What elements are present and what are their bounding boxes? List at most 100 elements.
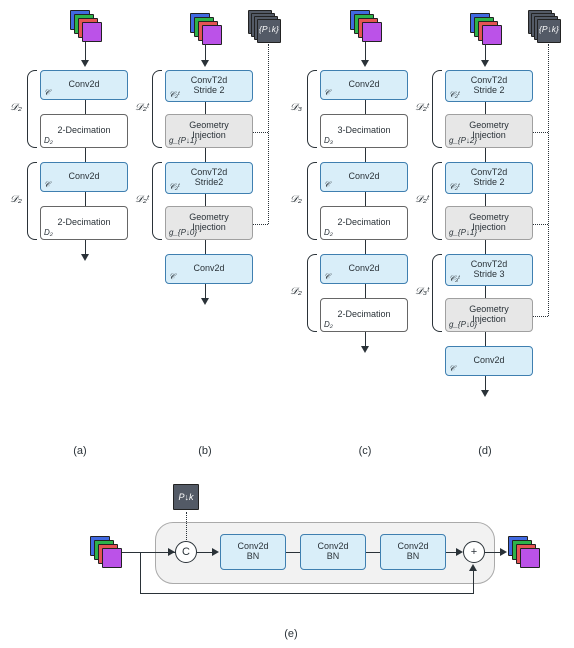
arrow-line <box>365 240 366 254</box>
arrow-line <box>485 148 486 162</box>
inj-label2: Injection <box>192 223 226 233</box>
inj-meta: g_{P↓0} <box>449 321 477 330</box>
conv-meta: 𝒞 <box>324 273 330 282</box>
perm-single-icon: P↓k <box>173 484 199 510</box>
brace-icon <box>307 162 317 240</box>
conv-label: Conv2d <box>473 356 504 366</box>
geom-inj-layer: Geometry Injection g_{P↓0} <box>165 206 253 240</box>
inj-label2: Injection <box>192 131 226 141</box>
conv-layer: Conv2d 𝒞 <box>165 254 253 284</box>
arrow-line <box>485 286 486 298</box>
arrow-line <box>365 192 366 206</box>
brace-icon <box>307 70 317 148</box>
arrow-down-icon <box>361 60 369 67</box>
brace-label: 𝒟₃ <box>290 102 302 113</box>
dotted-line <box>533 132 548 133</box>
brace-icon <box>307 254 317 332</box>
geom-inj-layer: Geometry Injection g_{P↓0} <box>445 298 533 332</box>
convbn-label2: BN <box>247 552 260 562</box>
perm-stack-label: {P↓k} <box>259 24 279 34</box>
featuremaps-icon <box>470 13 500 43</box>
convt-stride: Stride 2 <box>193 86 224 96</box>
arrow-line <box>85 100 86 114</box>
inj-meta: g_{P↓1} <box>169 137 197 146</box>
perm-stack-icon: {P↓k} <box>528 10 562 44</box>
featuremaps-icon <box>508 536 538 566</box>
convt-meta: 𝒞₂ᵗ <box>169 91 179 100</box>
conv-label: Conv2d <box>348 264 379 274</box>
conv-layer: Conv2d 𝒞 <box>320 162 408 192</box>
brace-label: 𝒟₂ <box>290 194 302 205</box>
arrow-down-icon <box>81 254 89 261</box>
dotted-line <box>253 224 268 225</box>
dotted-line <box>533 316 548 317</box>
convt-layer: ConvT2d Stride 3 𝒞₃ᵗ <box>445 254 533 286</box>
convbn-layer: Conv2d BN <box>380 534 446 570</box>
arrow-line <box>485 44 486 60</box>
arrow-line <box>365 100 366 114</box>
arrow-line <box>85 148 86 162</box>
dotted-line <box>253 132 268 133</box>
perm-stack-icon: {P↓k} <box>248 10 282 44</box>
dotted-line <box>548 44 549 316</box>
conv-meta: 𝒞 <box>169 273 175 282</box>
caption-c: (c) <box>345 445 385 457</box>
arrow-down-icon <box>201 298 209 305</box>
arrow-line <box>205 102 206 114</box>
featuremaps-icon <box>350 10 380 40</box>
arrow-up-icon <box>469 564 477 571</box>
diag-e: P↓k C Conv2d BN Conv2d BN Conv2d BN + <box>60 480 530 630</box>
arrow-line <box>205 148 206 162</box>
diag-d: {P↓k} 𝒟₂ᵗ ConvT2d Stride 2 𝒞₂ᵗ Geometry … <box>420 10 572 440</box>
concat-node: C <box>175 541 197 563</box>
arrow-line <box>205 240 206 254</box>
arrow-line <box>286 552 300 553</box>
conv-meta: 𝒞 <box>44 181 50 190</box>
conv-layer: Conv2d 𝒞 <box>40 70 128 100</box>
brace-label: 𝒟₂ᵗ <box>415 102 429 113</box>
convt-stride: Stride 3 <box>473 270 504 280</box>
arrow-line <box>485 376 486 390</box>
brace-label: 𝒟₂ <box>10 102 22 113</box>
concat-label: C <box>182 546 190 558</box>
arrow-line <box>366 552 380 553</box>
brace-icon <box>432 162 442 240</box>
plus-label: + <box>471 546 477 558</box>
conv-layer: Conv2d 𝒞 <box>320 70 408 100</box>
arrow-right-icon <box>500 548 507 556</box>
convt-meta: 𝒞₂ᵗ <box>449 183 459 192</box>
dotted-line <box>186 512 187 540</box>
inj-label2: Injection <box>472 223 506 233</box>
dec-meta: D₂ <box>44 137 53 146</box>
brace-icon <box>27 70 37 148</box>
dec-meta: D₂ <box>324 229 333 238</box>
convt-meta: 𝒞₂ᵗ <box>449 91 459 100</box>
arrow-right-icon <box>168 548 175 556</box>
dec-label: 2-Decimation <box>57 218 110 228</box>
diag-a: 𝒟₂ Conv2d 𝒞 2-Decimation D₂ 𝒟₂ Conv2d 𝒞 … <box>15 10 130 360</box>
decimation-layer: 2-Decimation D₂ <box>40 114 128 148</box>
brace-label: 𝒟₂ᵗ <box>135 102 149 113</box>
arrow-line <box>140 593 474 594</box>
brace-icon <box>432 70 442 148</box>
arrow-line <box>485 102 486 114</box>
inj-meta: g_{P↓2} <box>449 137 477 146</box>
arrow-line <box>365 284 366 298</box>
brace-icon <box>152 70 162 148</box>
arrow-down-icon <box>481 390 489 397</box>
conv-layer: Conv2d 𝒞 <box>40 162 128 192</box>
conv-meta: 𝒞 <box>449 365 455 374</box>
dotted-line <box>533 224 548 225</box>
arrow-right-icon <box>212 548 219 556</box>
conv-label: Conv2d <box>348 80 379 90</box>
geom-inj-layer: Geometry Injection g_{P↓2} <box>445 114 533 148</box>
convt-layer: ConvT2d Stride2 𝒞₂ᵗ <box>165 162 253 194</box>
conv-layer: Conv2d 𝒞 <box>320 254 408 284</box>
brace-label: 𝒟₂ <box>290 286 302 297</box>
brace-icon <box>152 162 162 240</box>
inj-label2: Injection <box>472 315 506 325</box>
inj-meta: g_{P↓1} <box>449 229 477 238</box>
arrow-line <box>365 42 366 60</box>
arrow-line <box>365 332 366 346</box>
conv-meta: 𝒞 <box>44 89 50 98</box>
